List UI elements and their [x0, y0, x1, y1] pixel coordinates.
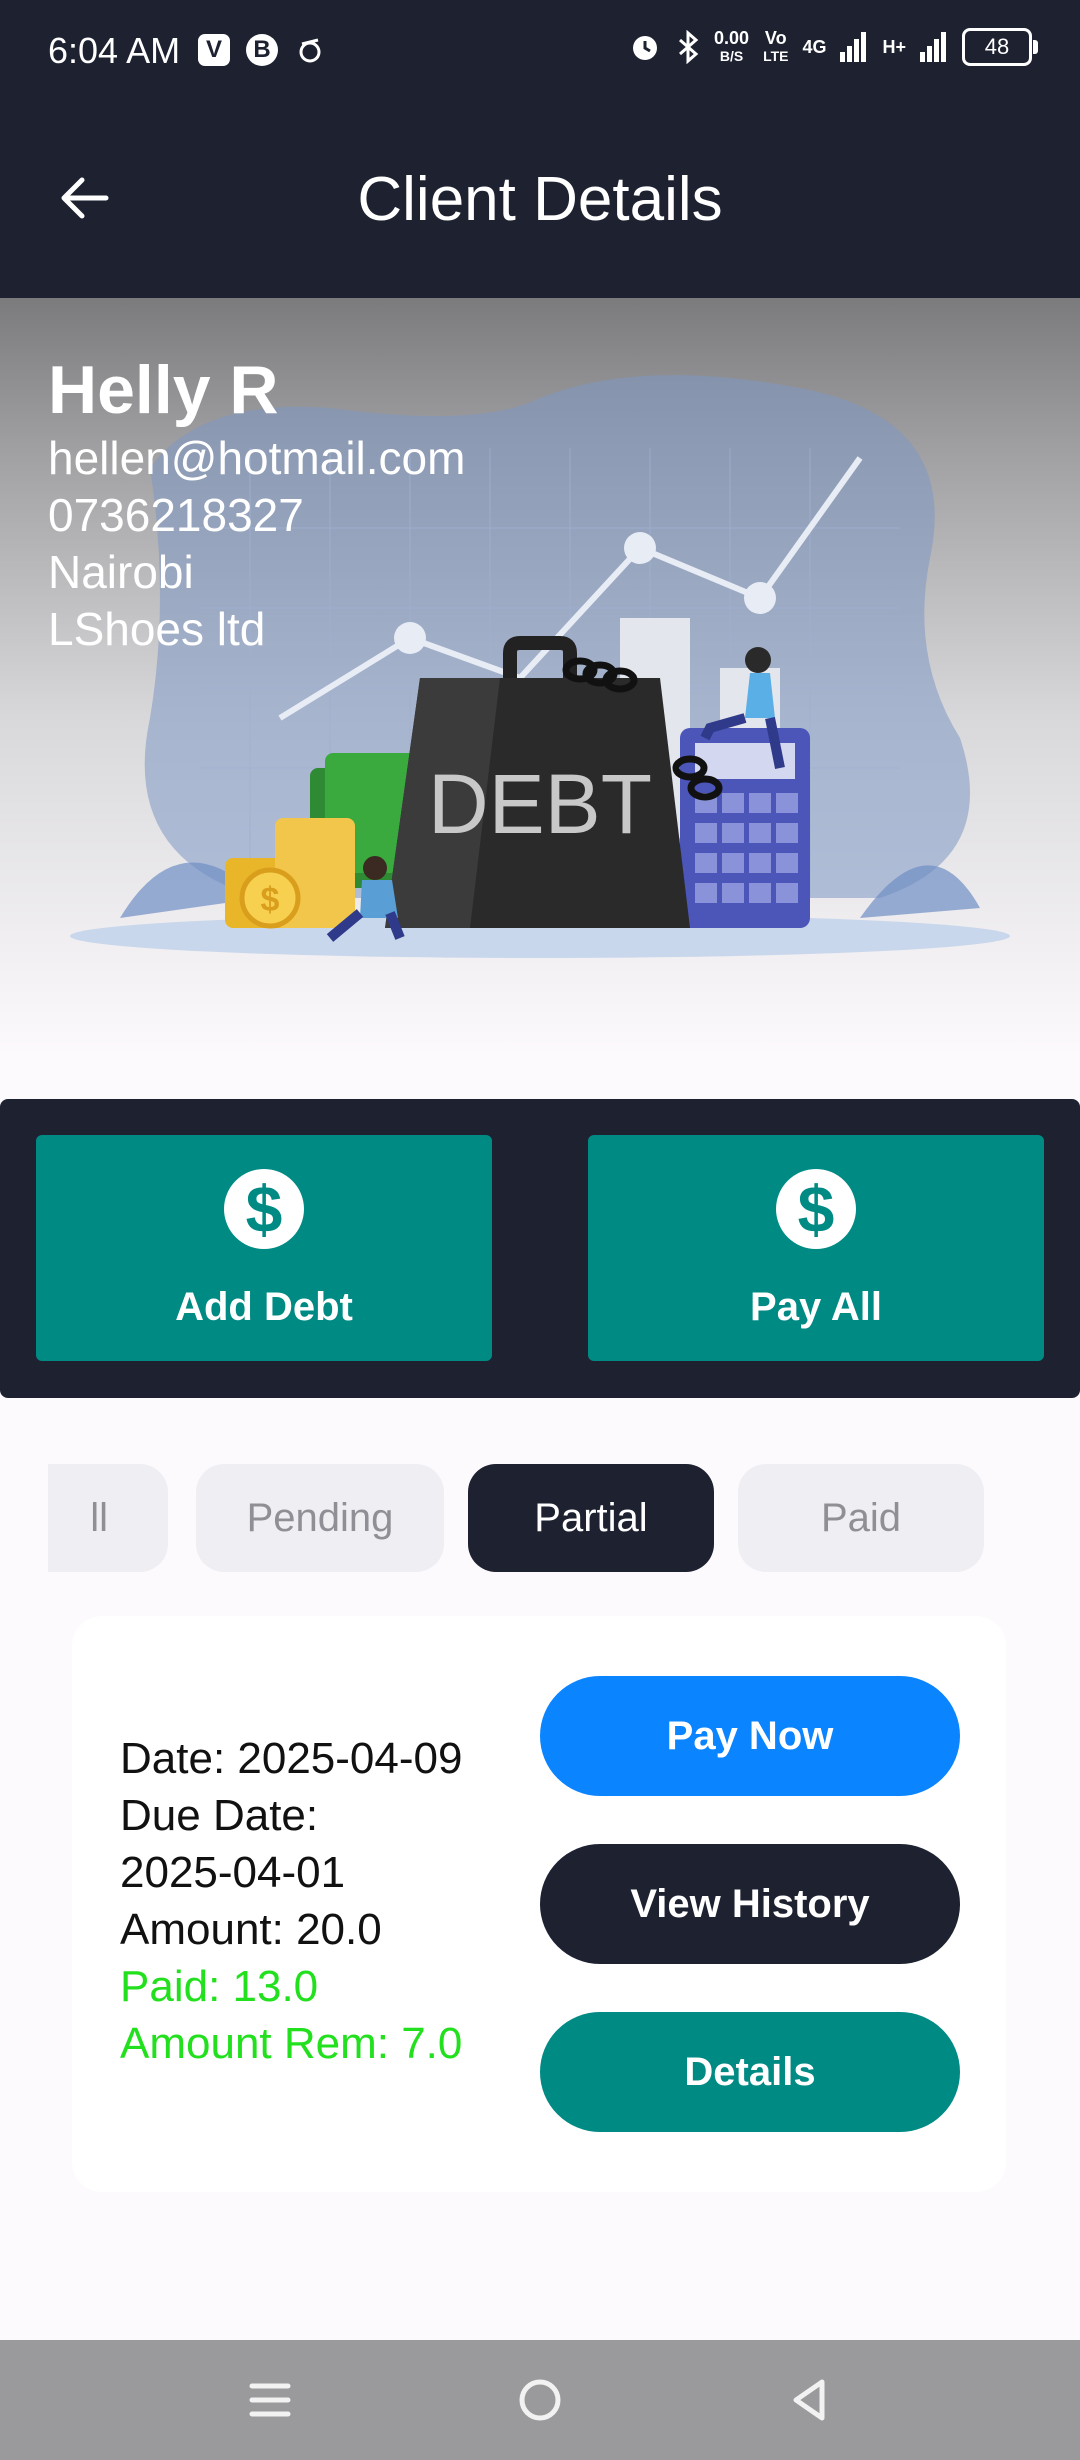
app-header: 6:04 AM V B 0.00 B/S Vo LTE 4G H+ 48 Cli…: [0, 0, 1080, 298]
menu-icon[interactable]: [240, 2370, 300, 2430]
add-debt-button[interactable]: $ Add Debt: [36, 1135, 492, 1361]
debt-card: Date: 2025-04-09 Due Date: 2025-04-01 Am…: [72, 1616, 1006, 2192]
home-icon[interactable]: [510, 2370, 570, 2430]
svg-text:DEBT: DEBT: [428, 757, 652, 851]
client-email: hellen@hotmail.com: [48, 432, 466, 484]
filter-chip-partial[interactable]: Partial: [468, 1464, 714, 1572]
debt-paid: Paid: 13.0: [120, 1962, 319, 2011]
filter-chip-all[interactable]: ll: [48, 1464, 168, 1572]
page-title: Client Details: [357, 165, 723, 234]
client-company: LShoes ltd: [48, 603, 266, 655]
status-bar: 6:04 AM V B 0.00 B/S Vo LTE 4G H+ 48: [0, 0, 1080, 110]
filter-chip-pending[interactable]: Pending: [196, 1464, 444, 1572]
filter-chip-paid[interactable]: Paid: [738, 1464, 984, 1572]
system-nav-bar: [0, 2340, 1080, 2460]
network-h: H+: [882, 37, 906, 57]
pay-now-button[interactable]: Pay Now: [540, 1676, 960, 1796]
alarm-icon: [633, 36, 658, 60]
client-hero: $ DEBT Helly R hellen@hotmail.com 073621…: [0, 298, 1080, 1058]
signal-icon: [920, 32, 946, 62]
dollar-icon: $: [224, 1169, 304, 1249]
debt-remaining: Amount Rem: 7.0: [120, 2019, 463, 2068]
v-app-icon: V: [198, 34, 230, 66]
details-button[interactable]: Details: [540, 2012, 960, 2132]
debt-info: Date: 2025-04-09 Due Date: 2025-04-01 Am…: [120, 1730, 462, 2072]
pay-all-button[interactable]: $ Pay All: [588, 1135, 1044, 1361]
battery-indicator: 48: [962, 28, 1038, 66]
pay-all-label: Pay All: [750, 1285, 882, 1329]
status-time: 6:04 AM: [48, 30, 181, 71]
svg-text:$: $: [261, 881, 280, 919]
notification-icons: V B: [198, 34, 326, 66]
dollar-icon: $: [776, 1169, 856, 1249]
back-triangle-icon[interactable]: [780, 2370, 840, 2430]
client-phone: 0736218327: [48, 489, 304, 541]
network-4g: 4G: [802, 37, 827, 57]
view-history-button[interactable]: View History: [540, 1844, 960, 1964]
system-icons: 0.00 B/S Vo LTE 4G H+ 48: [628, 28, 1038, 66]
debt-amount: Amount: 20.0: [120, 1905, 382, 1954]
bluetooth-icon: [679, 30, 699, 64]
client-city: Nairobi: [48, 546, 194, 598]
debt-due-label: Due Date:: [120, 1791, 319, 1840]
client-name: Helly R: [48, 352, 279, 428]
debt-date: Date: 2025-04-09: [120, 1734, 463, 1783]
action-bar: $ Add Debt $ Pay All: [0, 1099, 1080, 1398]
fan-icon: [299, 38, 321, 63]
data-speed: 0.00 B/S: [714, 28, 750, 64]
volte-indicator: Vo LTE: [763, 28, 789, 64]
add-debt-label: Add Debt: [175, 1285, 353, 1329]
signal-icon: [840, 32, 867, 62]
b-app-icon: B: [246, 34, 278, 66]
status-filter-chips: ll Pending Partial Paid: [48, 1464, 1048, 1572]
debt-due-date: 2025-04-01: [120, 1848, 346, 1897]
client-info: Helly R hellen@hotmail.com 0736218327 Na…: [48, 350, 465, 658]
